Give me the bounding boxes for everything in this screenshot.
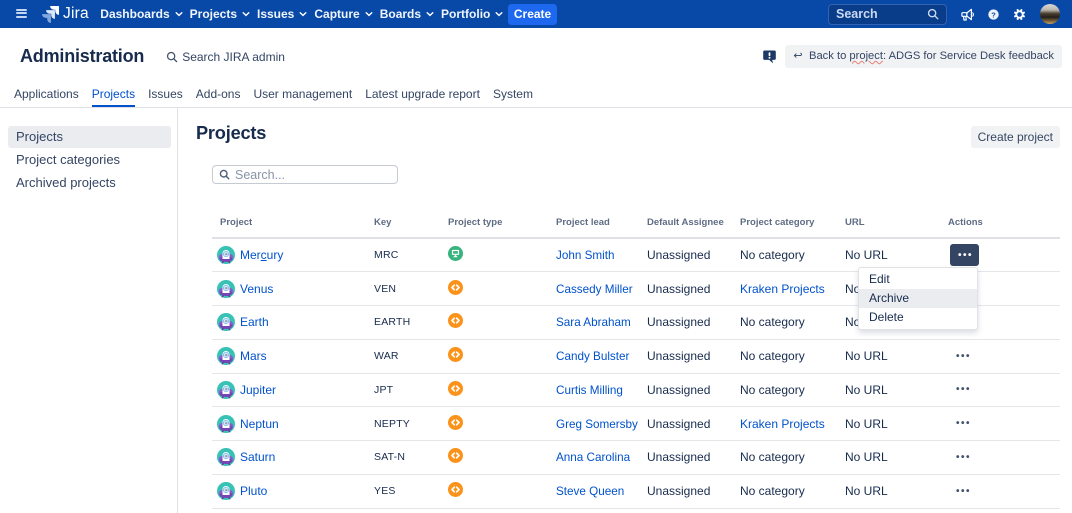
svg-text:?: ? — [991, 10, 996, 19]
